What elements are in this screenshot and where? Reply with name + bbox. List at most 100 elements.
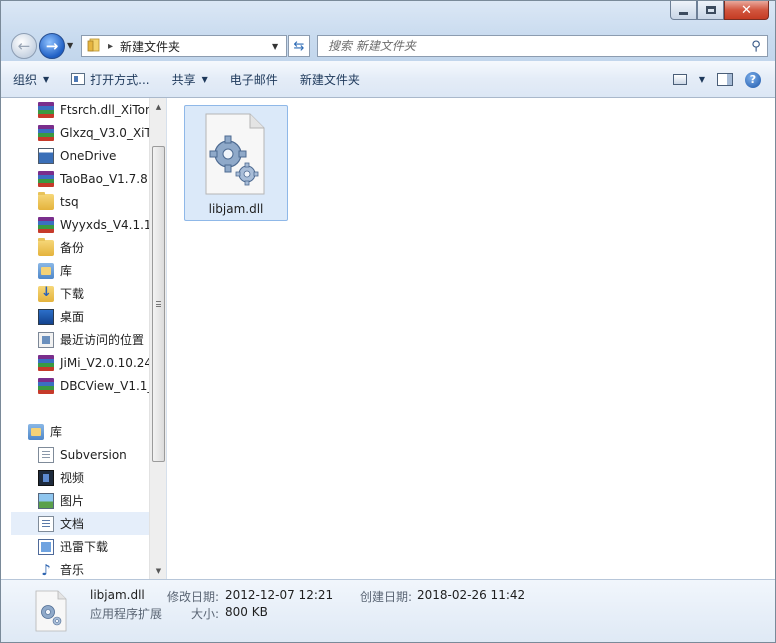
scrollbar-thumb[interactable] <box>152 146 165 462</box>
refresh-button[interactable]: ⇆ <box>288 35 310 57</box>
minimize-button[interactable] <box>670 1 697 20</box>
nav-item-music[interactable]: ♪ 音乐 <box>38 558 166 579</box>
nav-item[interactable]: 桌面 <box>38 305 166 328</box>
nav-item[interactable]: 备份 <box>38 236 166 259</box>
nav-item-xunlei-download[interactable]: 迅雷下载 <box>38 535 166 558</box>
nav-item-pictures[interactable]: 图片 <box>38 489 166 512</box>
change-view-icon[interactable] <box>672 74 687 85</box>
nav-item-label: Ftsrch.dll_XiTon <box>60 102 153 117</box>
documents-icon <box>38 515 54 532</box>
scroll-down-arrow-icon[interactable]: ▼ <box>150 562 167 579</box>
chevron-down-icon: ▼ <box>43 74 50 84</box>
nav-libraries-header[interactable]: 库 <box>28 420 166 443</box>
details-created-label: 创建日期: <box>360 590 413 604</box>
chevron-down-icon: ▼ <box>201 74 208 84</box>
nav-item-label: 视频 <box>60 471 85 485</box>
nav-item[interactable]: Wyyxds_V4.1.1. <box>38 213 166 236</box>
close-button[interactable]: ✕ <box>724 1 769 20</box>
nav-item-videos[interactable]: 视频 <box>38 466 166 489</box>
details-size-label: 大小: <box>191 607 220 621</box>
nav-item[interactable]: OneDrive <box>38 144 166 167</box>
nav-item-label: OneDrive <box>60 148 117 163</box>
title-bar: ✕ ← → ▼ ▸ 新建文件夹 ▼ ⇆ ⚲ <box>1 1 775 61</box>
navigation-pane[interactable]: Ftsrch.dll_XiTon Glxzq_V3.0_XiTo OneDriv… <box>1 98 167 579</box>
rar-archive-icon <box>38 170 54 187</box>
nav-item-label: 备份 <box>60 241 85 255</box>
nav-item-label: 最近访问的位置 <box>60 333 145 347</box>
view-options-dropdown-icon[interactable]: ▼ <box>699 75 705 84</box>
nav-item[interactable]: Glxzq_V3.0_XiTo <box>38 121 166 144</box>
download-folder-icon <box>38 285 54 302</box>
nav-item[interactable]: Ftsrch.dll_XiTon <box>38 98 166 121</box>
nav-item[interactable]: TaoBao_V1.7.8. <box>38 167 166 190</box>
nav-item[interactable]: tsq <box>38 190 166 213</box>
breadcrumb-current[interactable]: 新建文件夹 <box>120 38 272 55</box>
nav-item-label: TaoBao_V1.7.8. <box>60 171 152 186</box>
forward-button[interactable]: → <box>39 33 65 59</box>
folder-icon <box>38 237 54 256</box>
breadcrumb-separator-icon[interactable]: ▸ <box>108 41 113 52</box>
rar-archive-icon <box>38 216 54 233</box>
new-folder-button[interactable]: 新建文件夹 <box>288 61 370 98</box>
nav-item[interactable]: 库 <box>38 259 166 282</box>
search-input[interactable] <box>318 39 745 53</box>
back-button[interactable]: ← <box>11 33 37 59</box>
organize-menu[interactable]: 组织 ▼ <box>1 61 59 98</box>
share-label: 共享 <box>171 72 196 87</box>
email-button[interactable]: 电子邮件 <box>218 61 288 98</box>
address-history-dropdown-icon[interactable]: ▼ <box>272 42 286 51</box>
preview-pane-icon[interactable] <box>717 73 733 86</box>
file-list-area[interactable]: libjam.dll <box>167 98 775 579</box>
back-arrow-icon: ← <box>17 37 31 55</box>
open-with-icon <box>71 73 86 85</box>
details-pane: libjam.dll 应用程序扩展 修改日期: 2012-12-07 12:21… <box>1 579 775 642</box>
scroll-up-arrow-icon[interactable]: ▲ <box>150 98 167 115</box>
address-bar[interactable]: ▸ 新建文件夹 ▼ <box>81 35 287 57</box>
details-file-name: libjam.dll <box>90 588 145 602</box>
pictures-icon <box>38 492 54 509</box>
open-with-button[interactable]: 打开方式... <box>59 61 159 98</box>
nav-item-label: 库 <box>60 264 73 278</box>
new-folder-label: 新建文件夹 <box>299 72 360 87</box>
help-icon[interactable]: ? <box>745 71 761 88</box>
rar-archive-icon <box>38 124 54 141</box>
folder-icon <box>87 38 101 55</box>
caption-buttons: ✕ <box>670 1 769 20</box>
onedrive-icon <box>38 147 54 164</box>
open-with-label: 打开方式... <box>90 72 150 87</box>
refresh-icon: ⇆ <box>293 38 305 54</box>
chevron-down-icon: ▼ <box>67 41 74 50</box>
file-item[interactable]: libjam.dll <box>184 105 288 221</box>
minimize-icon <box>679 11 688 15</box>
nav-item[interactable]: 下载 <box>38 282 166 305</box>
music-icon: ♪ <box>41 560 51 579</box>
details-modified-label: 修改日期: <box>167 590 220 604</box>
nav-item-label: tsq <box>60 194 79 209</box>
maximize-icon <box>705 6 716 14</box>
recent-pages-dropdown[interactable]: ▼ <box>67 41 77 51</box>
dll-gear-file-icon <box>35 590 67 632</box>
details-modified-value[interactable]: 2012-12-07 12:21 <box>225 588 333 602</box>
nav-item-label: 桌面 <box>60 310 85 324</box>
search-box[interactable]: ⚲ <box>317 35 768 57</box>
details-file-type: 应用程序扩展 <box>90 607 163 621</box>
nav-item[interactable]: 最近访问的位置 <box>38 328 166 351</box>
nav-item-label: Wyyxds_V4.1.1. <box>60 217 156 232</box>
nav-item-subversion[interactable]: Subversion <box>38 443 166 466</box>
nav-item-label: 下载 <box>60 287 85 301</box>
organize-label: 组织 <box>13 72 38 87</box>
nav-item-label: Glxzq_V3.0_XiTo <box>60 125 158 140</box>
nav-item[interactable]: DBCView_V1.1_ <box>38 374 166 397</box>
nav-item-documents[interactable]: 文档 <box>11 512 149 535</box>
close-icon: ✕ <box>741 2 752 18</box>
nav-item-label: 音乐 <box>60 563 85 577</box>
search-icon[interactable]: ⚲ <box>745 39 767 54</box>
nav-pane-scrollbar[interactable]: ▲ ▼ <box>149 98 166 579</box>
maximize-button[interactable] <box>697 1 724 20</box>
library-icon <box>38 262 54 279</box>
nav-item[interactable]: JiMi_V2.0.10.24_ <box>38 351 166 374</box>
video-icon <box>38 469 54 486</box>
rar-archive-icon <box>38 101 54 118</box>
share-menu[interactable]: 共享 ▼ <box>160 61 218 98</box>
details-created-value[interactable]: 2018-02-26 11:42 <box>417 588 525 602</box>
